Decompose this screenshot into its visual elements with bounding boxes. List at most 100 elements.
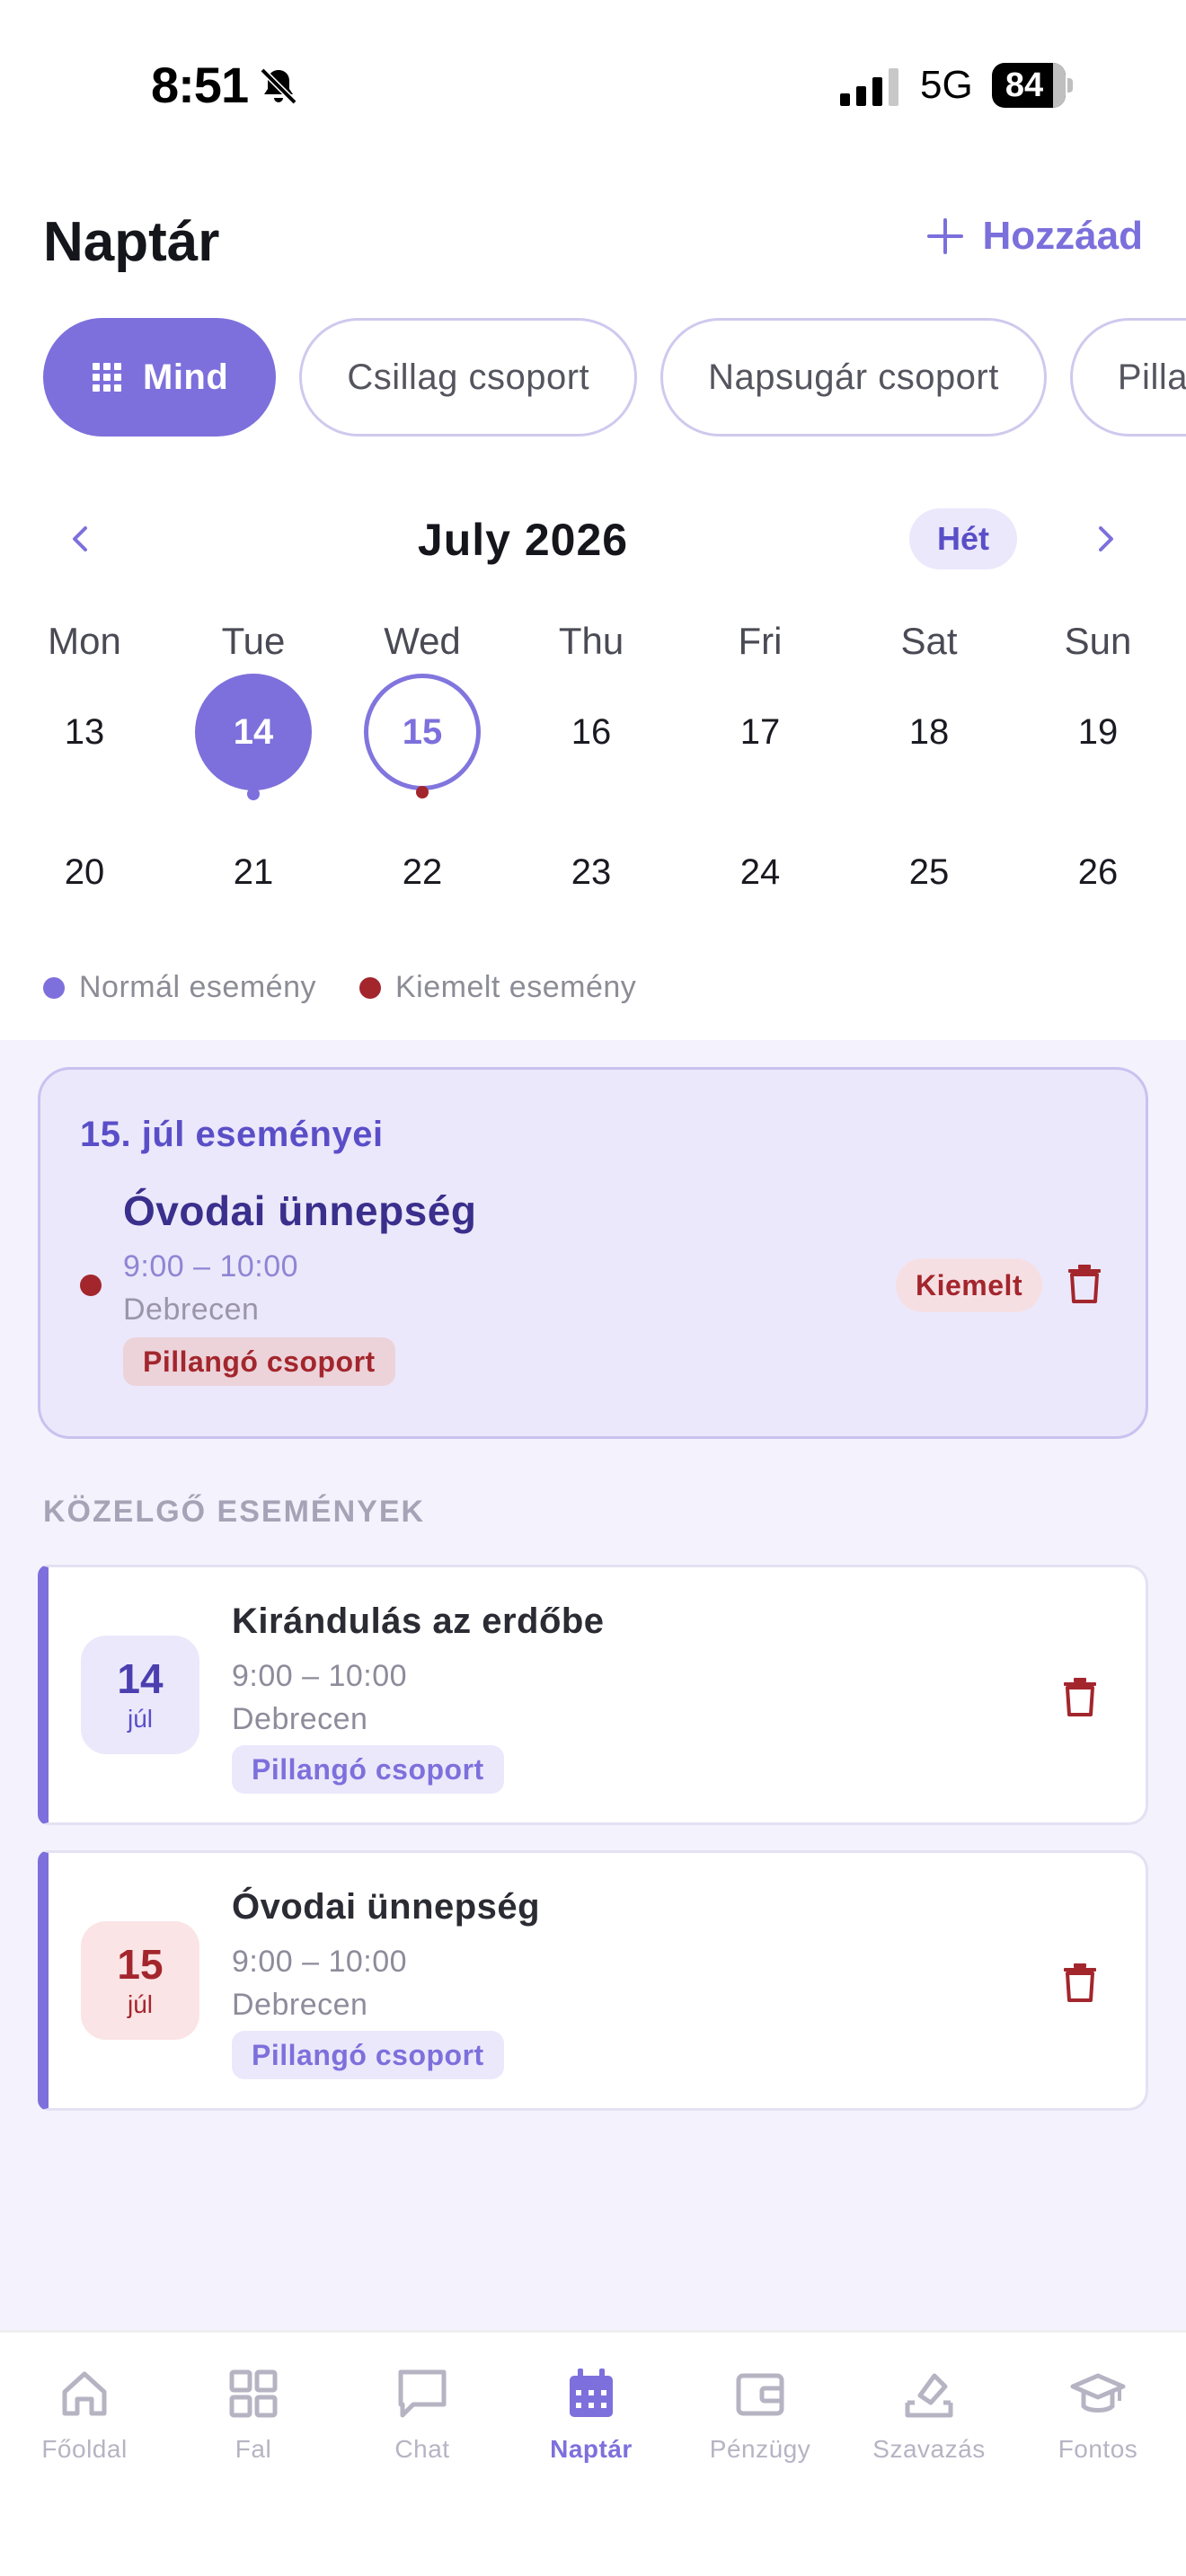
filter-chip-label: Mind (143, 357, 229, 397)
weekday-label: Fri (738, 620, 783, 662)
event-place: Debrecen (123, 1292, 260, 1327)
calendar-icon (570, 2369, 613, 2417)
tab-important[interactable]: Fontos (1013, 2365, 1182, 2482)
trash-icon[interactable] (1067, 1264, 1102, 1303)
event-date-day: 14 (117, 1654, 164, 1702)
bell-off-icon (260, 67, 297, 105)
calendar-day[interactable]: 26 (1040, 814, 1156, 931)
event-date-day: 15 (117, 1940, 164, 1988)
event-time: 9:00 – 10:00 (232, 1945, 408, 1979)
events-section: 15. júl eseményei Óvodai ünnepség 9:00 –… (0, 1040, 1186, 2330)
highlighted-event-dot (80, 1275, 102, 1296)
filter-chip-napsugar[interactable]: Napsugár csoport (660, 318, 1047, 437)
group-badge: Pillangó csoport (232, 1745, 504, 1794)
tab-label: Chat (394, 2435, 450, 2463)
add-event-label: Hozzáad (982, 214, 1143, 258)
tab-wall[interactable]: Fal (169, 2365, 338, 2482)
selected-day-title: 15. júl eseményei (80, 1115, 384, 1154)
vote-icon (905, 2373, 953, 2418)
wallet-icon (736, 2373, 784, 2416)
calendar-day[interactable]: 22 (364, 814, 481, 931)
event-time: 9:00 – 10:00 (232, 1659, 408, 1693)
calendar-day[interactable]: 23 (533, 814, 650, 931)
weekday-label: Tue (221, 620, 286, 662)
tab-label: Fal (235, 2435, 272, 2463)
legend-normal: Normál esemény (43, 970, 316, 1005)
upcoming-event-card[interactable]: 15 júl Óvodai ünnepség 9:00 – 10:00 Debr… (38, 1850, 1148, 2111)
event-place: Debrecen (232, 1988, 368, 2022)
trash-icon[interactable] (1062, 1963, 1098, 2002)
calendar-day[interactable]: 20 (26, 814, 143, 931)
tab-label: Naptár (550, 2435, 633, 2463)
filter-chip-label: Napsugár csoport (708, 357, 999, 397)
calendar-day[interactable]: 16 (533, 674, 650, 790)
event-title: Óvodai ünnepség (232, 1887, 541, 1927)
event-title: Kirándulás az erdőbe (232, 1601, 605, 1641)
bottom-tab-bar: Főoldal Fal Chat Naptár Pénzügy Szavazás (0, 2330, 1186, 2576)
calendar-day[interactable]: 13 (26, 674, 143, 790)
highlighted-event-dot (416, 786, 429, 798)
calendar-day[interactable]: 17 (702, 674, 819, 790)
highlighted-badge: Kiemelt (896, 1258, 1043, 1312)
network-type: 5G (920, 63, 973, 107)
weekday-label: Sun (1064, 620, 1132, 662)
trash-icon[interactable] (1062, 1677, 1098, 1716)
filter-chip-label: Csillag csoport (347, 357, 590, 397)
highlighted-dot-icon (358, 976, 381, 999)
weekday-row: Mon Tue Wed Thu Fri Sat Sun (0, 620, 1186, 674)
upcoming-event-card[interactable]: 14 júl Kirándulás az erdőbe 9:00 – 10:00… (38, 1565, 1148, 1825)
calendar-day[interactable]: 18 (871, 674, 987, 790)
tab-label: Szavazás (872, 2435, 986, 2463)
calendar-days: 13 14 15 16 17 18 19 20 21 22 23 24 25 2… (0, 674, 1186, 934)
event-date-box: 14 júl (81, 1636, 199, 1754)
filter-chip-pillango[interactable]: Pillangó csoport (1069, 318, 1186, 437)
event-time: 9:00 – 10:00 (123, 1249, 299, 1284)
filter-chip-label: Pillangó csoport (1117, 357, 1186, 397)
tab-label: Fontos (1058, 2435, 1138, 2463)
grid-icon (229, 2369, 278, 2418)
group-badge: Pillangó csoport (232, 2031, 504, 2079)
event-place: Debrecen (232, 1702, 368, 1736)
calendar-day[interactable]: 24 (702, 814, 819, 931)
event-date-box: 15 júl (81, 1921, 199, 2040)
filter-chip-csillag[interactable]: Csillag csoport (299, 318, 638, 437)
calendar-day[interactable]: 21 (195, 814, 312, 931)
calendar-day[interactable]: 19 (1040, 674, 1156, 790)
event-title[interactable]: Óvodai ünnepség (123, 1187, 476, 1235)
tab-label: Főoldal (41, 2435, 128, 2463)
legend-highlighted: Kiemelt esemény (358, 970, 637, 1005)
grid-icon (93, 363, 121, 392)
calendar-header: July 2026 Hét (0, 503, 1186, 575)
chat-icon (398, 2369, 447, 2418)
legend-highlighted-label: Kiemelt esemény (394, 970, 637, 1004)
tab-finance[interactable]: Pénzügy (676, 2365, 845, 2482)
weekday-label: Mon (48, 620, 121, 662)
tab-home[interactable]: Főoldal (0, 2365, 169, 2482)
tab-chat[interactable]: Chat (338, 2365, 507, 2482)
weekday-label: Wed (384, 620, 461, 662)
weekday-label: Sat (900, 620, 958, 662)
page-title: Naptár (43, 211, 220, 273)
add-event-button[interactable]: Hozzáad (926, 214, 1143, 259)
calendar-day[interactable]: 25 (871, 814, 987, 931)
event-date-month: júl (127, 1705, 153, 1734)
calendar-day-selected[interactable]: 15 (364, 674, 481, 790)
graduation-cap-icon (1070, 2373, 1126, 2413)
battery-icon: 84 (992, 63, 1073, 108)
week-view-toggle[interactable]: Hét (909, 508, 1017, 569)
group-badge: Pillangó csoport (123, 1337, 395, 1386)
weekday-label: Thu (558, 620, 624, 662)
normal-dot-icon (43, 976, 65, 999)
chevron-right-icon[interactable] (1087, 521, 1123, 557)
tab-calendar[interactable]: Naptár (507, 2365, 676, 2482)
signal-icon (840, 68, 898, 106)
battery-level: 84 (1005, 66, 1044, 104)
plus-icon (926, 218, 963, 254)
event-date-month: júl (127, 1990, 153, 2019)
group-filter-chips: Mind Csillag csoport Napsugár csoport Pi… (43, 318, 1186, 437)
home-icon (62, 2371, 107, 2416)
normal-event-dot (247, 788, 260, 800)
tab-vote[interactable]: Szavazás (845, 2365, 1013, 2482)
filter-chip-all[interactable]: Mind (43, 318, 277, 437)
calendar-day-today[interactable]: 14 (195, 674, 312, 790)
